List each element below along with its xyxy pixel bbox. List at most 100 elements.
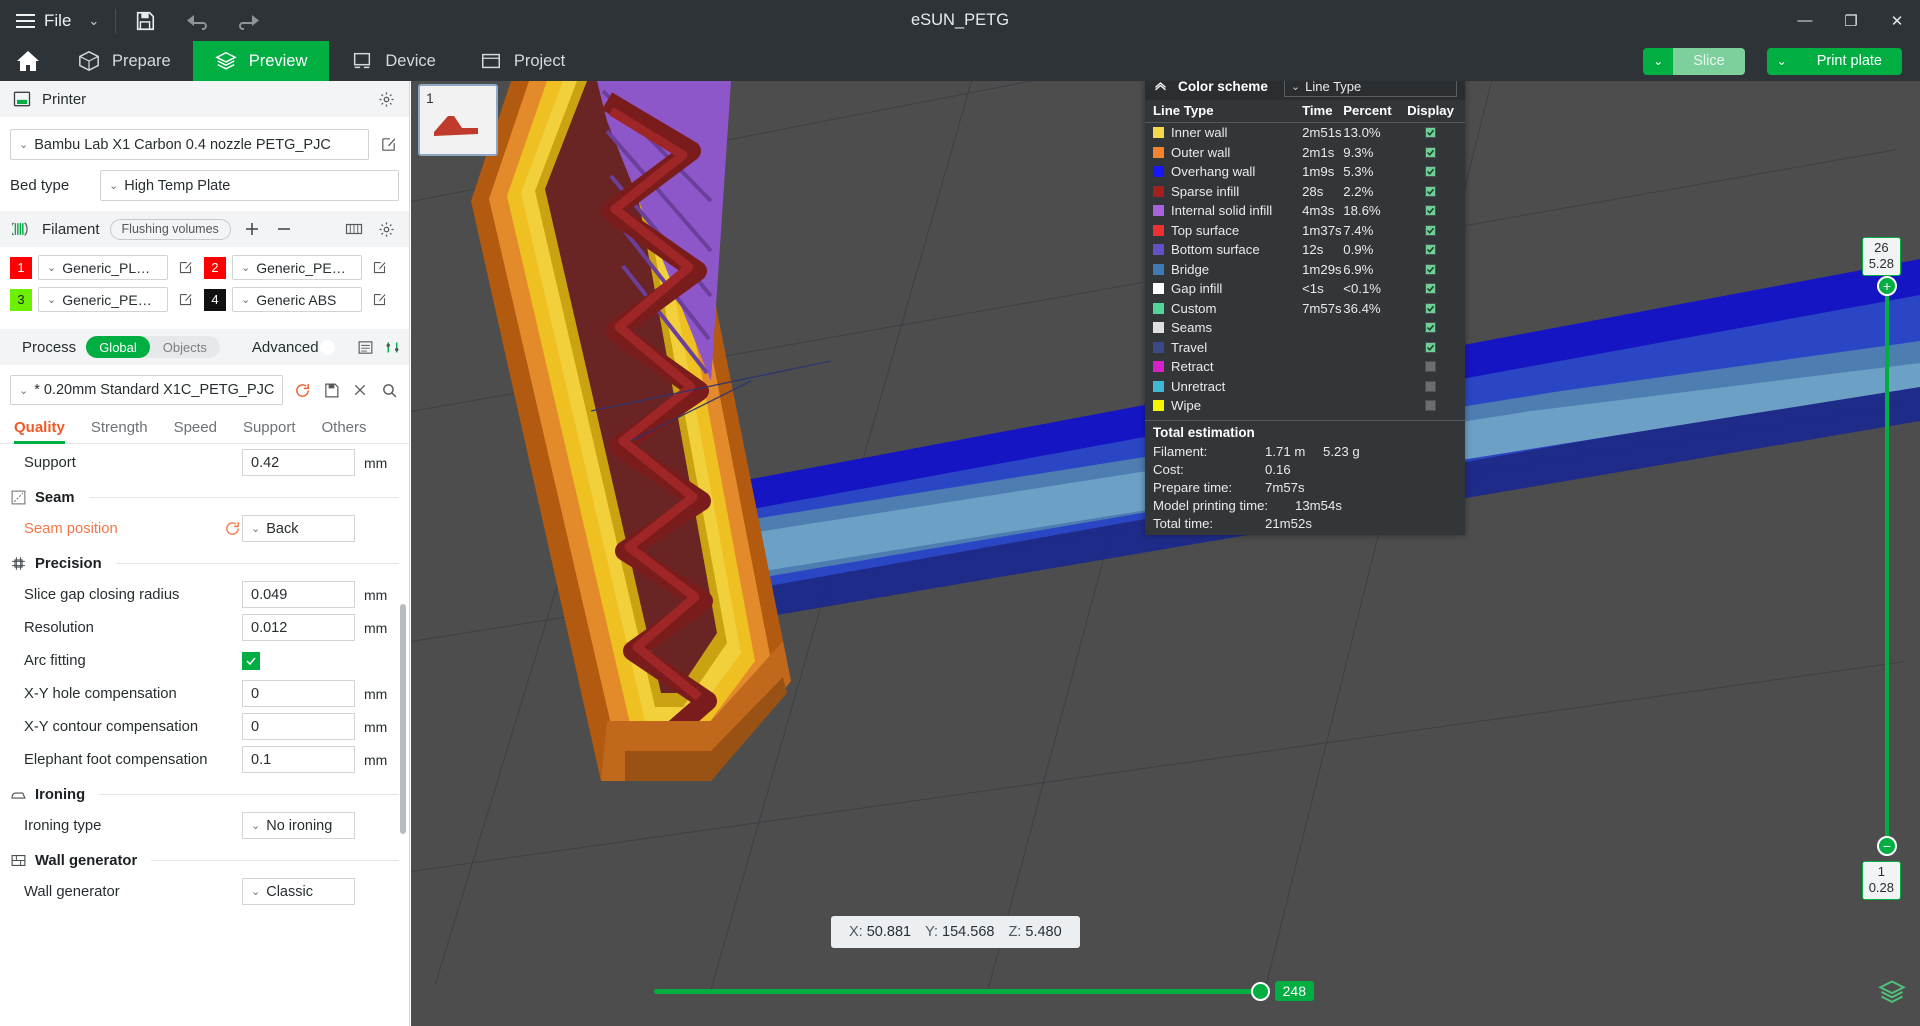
tab-support[interactable]: Support [243,419,296,443]
legend-row[interactable]: Gap infill <1s <0.1% [1145,279,1465,299]
display-checkbox[interactable] [1425,302,1437,314]
slice-button[interactable]: Slice [1673,47,1745,75]
slider-track[interactable] [654,981,1270,1001]
display-checkbox[interactable] [1425,380,1437,392]
setting-input-elephant-foot[interactable]: 0.1 [242,746,355,773]
tab-device[interactable]: Device [329,41,457,81]
display-checkbox[interactable] [1425,185,1437,197]
process-preset-combo[interactable]: ⌄ * 0.20mm Standard X1C_PETG_PJC [10,375,284,405]
bed-type-combo[interactable]: ⌄ High Temp Plate [100,170,399,201]
file-menu-button[interactable]: File ⌄ [0,11,99,31]
edit-filament-icon-1[interactable] [174,257,196,279]
filament-combo-3[interactable]: ⌄ Generic_PETG_eS... [38,287,168,312]
close-button[interactable]: ✕ [1874,0,1920,41]
legend-row[interactable]: Wipe [1145,396,1465,416]
legend-row[interactable]: Unretract [1145,377,1465,397]
print-dropdown-caret[interactable]: ⌄ [1766,47,1797,75]
print-plate-button[interactable]: Print plate [1796,47,1902,75]
delete-preset-icon[interactable] [350,379,370,401]
legend-row[interactable]: Sparse infill 28s 2.2% [1145,182,1465,202]
color-scheme-combo[interactable]: ⌄ Line Type [1283,81,1457,97]
gear-icon[interactable] [375,88,397,110]
flushing-volumes-button[interactable]: Flushing volumes [109,218,231,240]
legend-row[interactable]: Custom 7m57s 36.4% [1145,299,1465,319]
save-icon[interactable] [132,8,158,34]
maximize-button[interactable]: ❐ [1828,0,1874,41]
minus-icon[interactable] [273,218,295,240]
filament-combo-2[interactable]: ⌄ Generic_PETG_eS... [232,255,362,280]
chevron-up-icon[interactable] [1153,81,1168,96]
gear-icon[interactable] [375,218,397,240]
scope-objects[interactable]: Objects [150,336,220,358]
process-scope-toggle[interactable]: Global Objects [86,336,220,358]
print-plate-button-group[interactable]: ⌄ Print plate [1766,47,1902,75]
edit-filament-icon-4[interactable] [368,289,390,311]
setting-dropdown-wall-generator[interactable]: ⌄ Classic [242,878,355,905]
edit-printer-icon[interactable] [377,134,399,156]
display-checkbox[interactable] [1425,205,1437,217]
plus-icon[interactable] [241,218,263,240]
settings-scrollbar[interactable] [400,604,406,834]
legend-row[interactable]: Bridge 1m29s 6.9% [1145,260,1465,280]
tab-project[interactable]: Project [458,41,587,81]
printer-preset-combo[interactable]: ⌄ Bambu Lab X1 Carbon 0.4 nozzle PETG_PJ… [10,129,369,160]
display-checkbox[interactable] [1425,166,1437,178]
display-checkbox[interactable] [1425,341,1437,353]
horizontal-move-slider[interactable]: 248 [654,978,1314,1004]
display-checkbox[interactable] [1425,283,1437,295]
layer-slider-knob-bottom[interactable]: − [1877,836,1897,856]
edit-filament-icon-3[interactable] [174,289,196,311]
display-checkbox[interactable] [1425,244,1437,256]
scope-global[interactable]: Global [86,336,150,358]
edit-filament-icon-2[interactable] [368,257,390,279]
setting-input-resolution[interactable]: 0.012 [242,614,355,641]
setting-input-support[interactable]: 0.42 [242,449,355,476]
tab-speed[interactable]: Speed [174,419,217,443]
legend-row[interactable]: Seams [1145,318,1465,338]
display-checkbox[interactable] [1425,361,1437,373]
list-icon[interactable] [357,336,374,358]
legend-row[interactable]: Overhang wall 1m9s 5.3% [1145,162,1465,182]
plate-thumbnail[interactable]: 1 [418,84,498,156]
layer-slider-knob-top[interactable]: + [1877,276,1897,296]
slice-dropdown-caret[interactable]: ⌄ [1643,47,1674,75]
setting-input-xy-contour[interactable]: 0 [242,713,355,740]
layer-slider-track[interactable] [1885,271,1889,851]
3d-viewport[interactable]: 1 Color scheme ⌄ Line Type Line Type Tim… [411,81,1920,1026]
save-preset-icon[interactable] [321,379,341,401]
filament-combo-4[interactable]: ⌄ Generic ABS [232,287,362,312]
layers-icon[interactable] [1878,978,1906,1006]
legend-row[interactable]: Travel [1145,338,1465,358]
display-checkbox[interactable] [1425,224,1437,236]
minimize-button[interactable]: — [1782,0,1828,41]
tab-others[interactable]: Others [322,419,367,443]
search-icon[interactable] [379,379,399,401]
reset-icon[interactable] [224,520,242,538]
ams-icon[interactable] [343,218,365,240]
setting-dropdown-ironing-type[interactable]: ⌄ No ironing [242,812,355,839]
setting-checkbox-arc-fitting[interactable] [242,651,260,670]
compare-icon[interactable] [384,336,401,358]
slider-knob[interactable] [1250,981,1270,1001]
filament-combo-1[interactable]: ⌄ Generic_PLA+_eS... [38,255,168,280]
redo-icon[interactable] [236,8,262,34]
tab-prepare[interactable]: Prepare [56,41,193,81]
legend-row[interactable]: Retract [1145,357,1465,377]
setting-input-xy-hole[interactable]: 0 [242,680,355,707]
slice-button-group[interactable]: ⌄ Slice [1643,47,1745,75]
display-checkbox[interactable] [1425,400,1437,412]
setting-dropdown-seam-position[interactable]: ⌄ Back [242,515,355,542]
display-checkbox[interactable] [1425,146,1437,158]
vertical-layer-slider[interactable]: 26 5.28 + − 1 0.28 [1861,237,1901,900]
undo-icon[interactable] [184,8,210,34]
legend-row[interactable]: Internal solid infill 4m3s 18.6% [1145,201,1465,221]
display-checkbox[interactable] [1425,127,1437,139]
tab-quality[interactable]: Quality [14,419,65,444]
legend-row[interactable]: Inner wall 2m51s 13.0% [1145,123,1465,143]
tab-preview[interactable]: Preview [192,41,330,81]
home-button[interactable] [0,41,56,81]
legend-row[interactable]: Top surface 1m37s 7.4% [1145,221,1465,241]
reset-preset-icon[interactable] [292,379,312,401]
display-checkbox[interactable] [1425,263,1437,275]
tab-strength[interactable]: Strength [91,419,148,443]
